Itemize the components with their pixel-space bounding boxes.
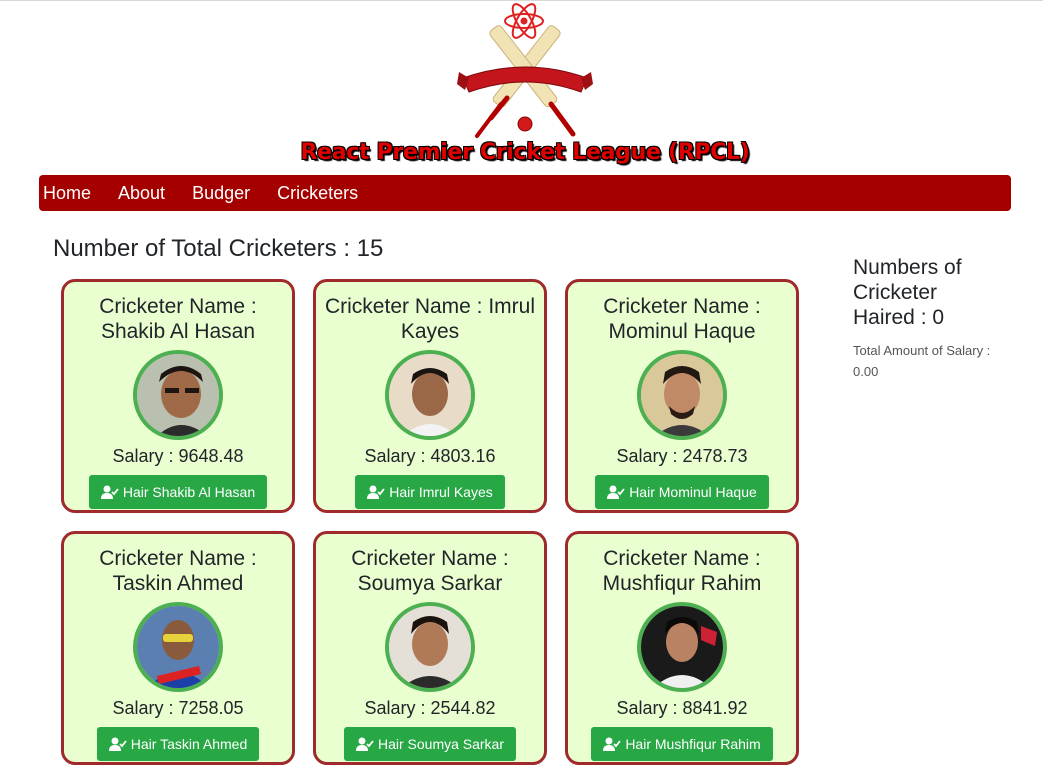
user-check-icon — [367, 485, 385, 499]
hire-button[interactable]: Hair Imrul Kayes — [355, 475, 505, 509]
nav-about[interactable]: About — [118, 183, 165, 204]
cricketer-card: Cricketer Name : Taskin Ahmed Salary : 7… — [61, 531, 295, 765]
cricketer-name: Cricketer Name : Mominul Haque — [603, 295, 761, 343]
hire-button[interactable]: Hair Taskin Ahmed — [96, 727, 260, 761]
cricketer-avatar — [385, 602, 475, 692]
hire-button-label: Hair Imrul Kayes — [389, 484, 493, 500]
hired-count: Numbers of Cricketer Haired : 0 — [853, 256, 962, 329]
cricketer-name: Cricketer Name : Soumya Sarkar — [351, 547, 509, 595]
cricketer-salary: Salary : 7258.05 — [112, 698, 244, 718]
hire-button[interactable]: Hair Shakib Al Hasan — [88, 475, 268, 509]
site-title: React Premier Cricket League (RPCL) — [300, 140, 750, 165]
user-check-icon — [355, 737, 374, 751]
nav-home[interactable]: Home — [43, 183, 91, 204]
hire-button-label: Hair Shakib Al Hasan — [122, 484, 256, 500]
cricketer-salary: Salary : 2478.73 — [616, 446, 748, 466]
hire-button-label: Hair Taskin Ahmed — [130, 736, 248, 752]
user-check-icon — [100, 485, 119, 499]
nav-cricketers[interactable]: Cricketers — [277, 183, 358, 204]
cricketer-avatar — [133, 350, 223, 440]
cricketer-name: Cricketer Name : Mushfiqur Rahim — [602, 547, 762, 595]
cricketer-card: Cricketer Name : Mominul Haque Salary : … — [565, 279, 799, 513]
user-check-icon — [108, 737, 127, 751]
cricketer-name: Cricketer Name : Taskin Ahmed — [99, 547, 257, 595]
cricketer-avatar — [133, 602, 223, 692]
cricketer-card: Cricketer Name : Soumya Sarkar Salary : … — [313, 531, 547, 765]
cricketer-card: Cricketer Name : Imrul Kayes Salary : 48… — [313, 279, 547, 513]
cricketer-salary: Salary : 2544.82 — [364, 698, 496, 718]
hire-button-label: Hair Mominul Haque — [629, 484, 757, 500]
cricketer-avatar — [637, 350, 727, 440]
cricketer-avatar — [637, 602, 727, 692]
cricketer-card: Cricketer Name : Shakib Al Hasan Salary … — [61, 279, 295, 513]
nav-budger[interactable]: Budger — [192, 183, 250, 204]
rpcl-logo-icon — [457, 3, 593, 138]
main-navbar: Home About Budger Cricketers — [39, 175, 1011, 211]
cricketer-card: Cricketer Name : Mushfiqur Rahim Salary … — [565, 531, 799, 765]
hire-button[interactable]: Hair Soumya Sarkar — [343, 727, 517, 761]
cricketer-salary: Salary : 9648.48 — [112, 446, 244, 466]
cricketer-avatar — [385, 350, 475, 440]
total-salary: Total Amount of Salary : 0.00 — [853, 343, 991, 379]
user-check-icon — [603, 737, 622, 751]
hire-button-label: Hair Mushfiqur Rahim — [625, 736, 761, 752]
cricketer-name: Cricketer Name : Shakib Al Hasan — [99, 295, 257, 343]
hire-button[interactable]: Hair Mushfiqur Rahim — [591, 727, 773, 761]
user-check-icon — [607, 485, 625, 499]
hire-summary-panel: Numbers of Cricketer Haired : 0 Total Am… — [853, 255, 993, 382]
hire-button[interactable]: Hair Mominul Haque — [595, 475, 769, 509]
cricketer-salary: Salary : 8841.92 — [616, 698, 748, 718]
total-cricketers-heading: Number of Total Cricketers : 15 — [53, 235, 384, 262]
hire-button-label: Hair Soumya Sarkar — [377, 736, 505, 752]
cricketer-salary: Salary : 4803.16 — [364, 446, 496, 466]
cricketer-name: Cricketer Name : Imrul Kayes — [324, 295, 536, 343]
